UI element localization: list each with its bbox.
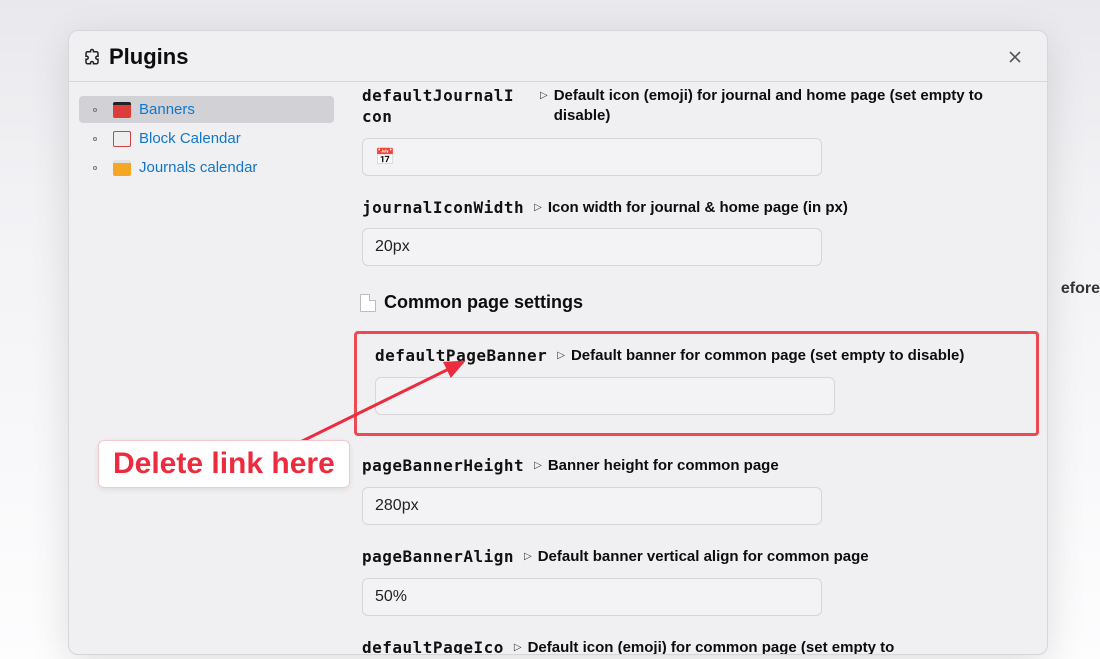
sidebar-item-banners[interactable]: Banners (79, 96, 334, 123)
setting-page-banner-align: pageBannerAlign ▷ Default banner vertica… (354, 547, 1039, 616)
setting-key: pageBannerAlign (362, 547, 514, 568)
journal-icon-width-input[interactable] (362, 228, 822, 266)
setting-key: journalIconWidth (362, 198, 524, 219)
caret-icon: ▷ (540, 86, 548, 101)
setting-key: pageBannerHeight (362, 456, 524, 477)
modal-title: Plugins (83, 44, 188, 70)
bullet-icon (93, 108, 97, 112)
setting-key: defaultPageIco (362, 638, 504, 654)
settings-content: defaultJournalI con ▷ Default icon (emoj… (354, 82, 1047, 654)
setting-description: Default icon (emoji) for journal and hom… (554, 86, 1031, 127)
setting-default-journal-icon: defaultJournalI con ▷ Default icon (emoj… (354, 86, 1039, 176)
background-text-fragment: efore (1061, 280, 1100, 298)
plugins-settings-modal: Plugins Banners Block Calendar Journa (68, 30, 1048, 655)
sidebar-item-block-calendar[interactable]: Block Calendar (79, 125, 334, 152)
setting-key: defaultPageBanner (375, 346, 547, 367)
caret-icon: ▷ (524, 547, 532, 562)
modal-title-text: Plugins (109, 44, 188, 70)
setting-description: Default banner for common page (set empt… (571, 346, 964, 366)
caret-icon: ▷ (534, 198, 542, 213)
caret-icon: ▷ (514, 638, 522, 653)
sidebar-item-label: Block Calendar (139, 130, 241, 147)
section-heading-text: Common page settings (384, 292, 583, 313)
journals-calendar-plugin-icon (113, 160, 131, 176)
setting-description: Banner height for common page (548, 456, 779, 476)
sidebar-item-label: Banners (139, 101, 195, 118)
setting-description: Default banner vertical align for common… (538, 547, 869, 567)
banners-plugin-icon (113, 102, 131, 118)
setting-default-page-banner: defaultPageBanner ▷ Default banner for c… (367, 346, 1026, 415)
page-icon (360, 294, 376, 312)
modal-body: Banners Block Calendar Journals calendar… (69, 82, 1047, 654)
section-heading-common: Common page settings (360, 292, 1039, 313)
bullet-icon (93, 166, 97, 170)
puzzle-icon (83, 48, 101, 66)
sidebar-item-journals-calendar[interactable]: Journals calendar (79, 154, 334, 181)
caret-icon: ▷ (557, 346, 565, 361)
setting-page-banner-height: pageBannerHeight ▷ Banner height for com… (354, 456, 1039, 525)
plugins-sidebar: Banners Block Calendar Journals calendar (69, 82, 354, 654)
modal-header: Plugins (69, 31, 1047, 82)
setting-description: Icon width for journal & home page (in p… (548, 198, 848, 218)
block-calendar-plugin-icon (113, 131, 131, 147)
setting-key: defaultJournalI con (362, 86, 530, 128)
bullet-icon (93, 137, 97, 141)
close-button[interactable] (1001, 43, 1029, 71)
setting-journal-icon-width: journalIconWidth ▷ Icon width for journa… (354, 198, 1039, 267)
highlighted-setting-box: defaultPageBanner ▷ Default banner for c… (354, 331, 1039, 436)
caret-icon: ▷ (534, 456, 542, 471)
page-banner-height-input[interactable] (362, 487, 822, 525)
sidebar-item-label: Journals calendar (139, 159, 257, 176)
default-journal-icon-input[interactable] (362, 138, 822, 176)
page-banner-align-input[interactable] (362, 578, 822, 616)
close-icon (1006, 48, 1024, 66)
setting-description: Default icon (emoji) for common page (se… (528, 638, 895, 654)
default-page-banner-input[interactable] (375, 377, 835, 415)
setting-default-page-ico: defaultPageIco ▷ Default icon (emoji) fo… (354, 638, 1039, 654)
